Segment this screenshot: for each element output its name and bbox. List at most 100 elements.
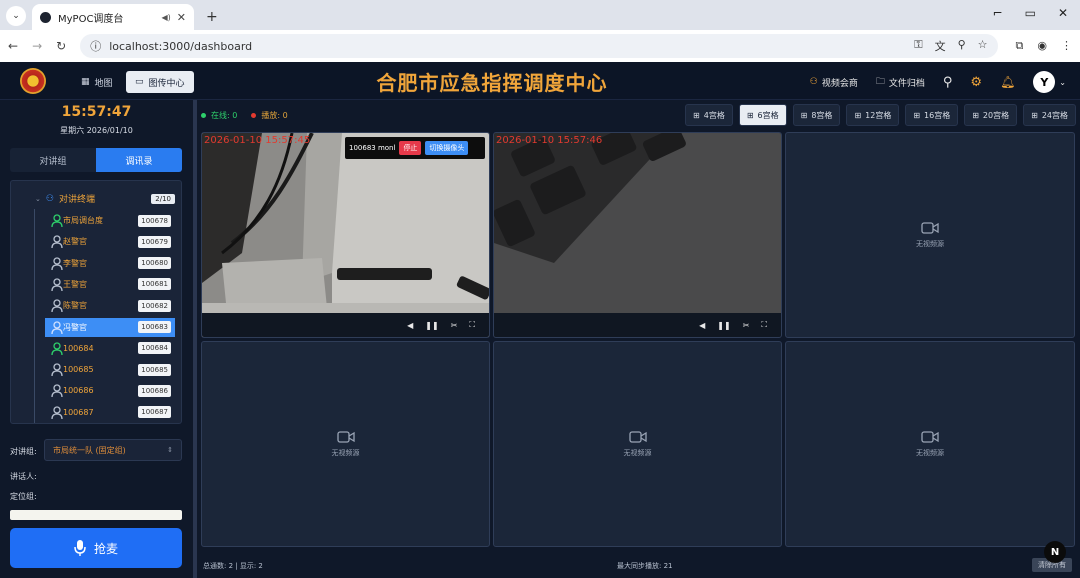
no-video-text: 无视频源 xyxy=(916,448,944,457)
layout-button[interactable]: ⊞ 6宫格 xyxy=(738,104,787,126)
locate-group-label: 定位组: xyxy=(10,492,37,501)
stop-stream-button[interactable]: 停止 xyxy=(399,141,422,155)
member-name: 100686 xyxy=(63,386,94,396)
member-row[interactable]: 王警官 100681 xyxy=(45,275,175,294)
video-conference-button[interactable]: ⚇ 视频会商 xyxy=(810,76,858,89)
layout-button[interactable]: ⊞ 16宫格 xyxy=(905,104,959,126)
video-footer: 总通数: 2 | 显示: 2 最大同步播放: 21 清除所有 N xyxy=(197,541,1080,577)
member-row[interactable]: 李警官 100680 xyxy=(45,254,175,273)
playing-status: 播放: 0 xyxy=(251,110,288,121)
screenshot-icon[interactable]: ✂ xyxy=(743,321,750,330)
segment-talk-group[interactable]: 对讲组 xyxy=(10,148,96,172)
member-id-badge: 100686 xyxy=(138,384,171,397)
switch-camera-button[interactable]: 切换摄像头 xyxy=(425,141,469,155)
extensions-icon[interactable]: ⧉ xyxy=(1016,39,1024,53)
layout-button[interactable]: ⊞ 4宫格 xyxy=(685,104,733,126)
tree-group-row[interactable]: ⌄ ⚇ 对讲终端 2/10 xyxy=(35,192,175,205)
profile-icon[interactable]: ◉ xyxy=(1037,39,1047,53)
clock: 15:57:47 xyxy=(61,104,132,120)
forward-icon[interactable]: → xyxy=(32,39,42,53)
fullscreen-icon[interactable]: ⛶ xyxy=(761,320,767,330)
address-bar[interactable]: ⓘ localhost:3000/dashboard ⚿ 文 ⚲ ☆ xyxy=(80,34,998,58)
member-row[interactable]: 市局调台度 100678 xyxy=(45,211,175,230)
close-tab-icon[interactable]: ✕ xyxy=(177,11,186,24)
caret-down-icon: ⌄ xyxy=(35,194,41,203)
footer-max-sync: 最大同步播放: 21 xyxy=(617,562,673,570)
no-video-placeholder: 无视频源 xyxy=(202,342,489,546)
bookmark-star-icon[interactable]: ☆ xyxy=(978,38,988,54)
member-name: 市局调台度 xyxy=(63,216,103,225)
video-timestamp-1: 2026-01-10 15:57:45 xyxy=(204,135,311,146)
member-row[interactable]: 冯警官 100683 xyxy=(45,317,175,337)
member-name: 王警官 xyxy=(63,279,87,289)
bell-icon[interactable]: 🔔︎ xyxy=(1000,75,1015,89)
sidebar-segment-control: 对讲组 调讯录 xyxy=(10,148,182,172)
layout-button[interactable]: ⊞ 20宫格 xyxy=(964,104,1018,126)
restore-icon[interactable]: ▭ xyxy=(1025,6,1036,20)
fullscreen-icon[interactable]: ⛶ xyxy=(469,320,475,330)
chevron-down-icon[interactable]: ⌄ xyxy=(1059,78,1066,87)
video-cell-2[interactable]: 2026-01-10 15:57:46 ◀ ❚❚ ✂ ⛶ xyxy=(493,132,782,338)
member-row[interactable]: 100684 100684 xyxy=(45,339,175,358)
close-window-icon[interactable]: ✕ xyxy=(1058,6,1068,20)
minimize-icon[interactable]: ⌐ xyxy=(993,6,1003,20)
locate-group-bar xyxy=(10,510,182,520)
file-archive-button[interactable]: 🗀 文件归档 xyxy=(876,74,925,90)
layout-button-label: 16宫格 xyxy=(924,110,951,120)
layout-button[interactable]: ⊞ 12宫格 xyxy=(846,104,900,126)
translate-icon[interactable]: 文 xyxy=(935,38,946,54)
video-cell-5[interactable]: 无视频源 xyxy=(493,341,782,547)
site-info-icon[interactable]: ⓘ xyxy=(90,38,101,54)
no-video-placeholder: 无视频源 xyxy=(494,342,781,546)
gear-icon[interactable]: ⚙ xyxy=(970,75,982,90)
member-row[interactable]: 100687 100687 xyxy=(45,403,175,422)
back-icon[interactable]: ← xyxy=(8,39,18,53)
mute-icon[interactable]: ◀ xyxy=(699,321,705,330)
users-icon: ⚇ xyxy=(809,77,818,87)
member-row[interactable]: 100686 100686 xyxy=(45,381,175,400)
member-row[interactable]: 陈警官 100682 xyxy=(45,296,175,315)
grab-mic-button[interactable]: 抢麦 xyxy=(10,528,182,568)
tab-search-button[interactable]: ⌄ xyxy=(6,6,26,26)
password-key-icon[interactable]: ⚿ xyxy=(914,38,922,54)
talk-group-select[interactable]: 市局统一队 (固定组) ⇕ xyxy=(44,439,182,461)
browser-tab[interactable]: MyPOC调度台 ◀) ✕ xyxy=(32,4,194,30)
member-row[interactable]: 100685 100685 xyxy=(45,360,175,379)
video-cell-1[interactable]: 2026-01-10 15:57:45 100683 monl 停止 切换摄像头… xyxy=(201,132,490,338)
avatar[interactable]: Y xyxy=(1033,71,1056,93)
zoom-icon[interactable]: ⚲ xyxy=(958,38,966,54)
layout-button[interactable]: ⊞ 24宫格 xyxy=(1023,104,1076,126)
group-name: 对讲终端 xyxy=(58,195,95,205)
layout-button-label: 24宫格 xyxy=(1041,110,1068,120)
no-video-text: 无视频源 xyxy=(623,448,652,457)
group-count-badge: 2/10 xyxy=(151,193,175,204)
video-cell-4[interactable]: 无视频源 xyxy=(201,341,490,547)
member-row[interactable]: 赵警官 100679 xyxy=(45,232,175,251)
camera-feed-2 xyxy=(494,133,781,337)
new-tab-button[interactable]: + xyxy=(206,9,218,25)
no-video-text: 无视频源 xyxy=(331,448,360,457)
member-id-badge: 100682 xyxy=(138,299,171,312)
pause-icon[interactable]: ❚❚ xyxy=(425,321,438,330)
member-name: 100685 xyxy=(63,365,94,375)
mute-icon[interactable]: ◀ xyxy=(407,321,413,330)
pause-icon[interactable]: ❚❚ xyxy=(717,321,730,330)
video-camera-icon xyxy=(921,221,939,234)
speaker-label: 讲话人: xyxy=(10,472,37,481)
user-icon xyxy=(51,235,63,249)
layout-button-label: 12宫格 xyxy=(865,110,892,120)
member-name: 100687 xyxy=(63,407,94,417)
menu-icon[interactable]: ⋮ xyxy=(1061,39,1072,53)
reload-icon[interactable]: ↻ xyxy=(56,39,66,53)
video-cell-6[interactable]: 无视频源 xyxy=(785,341,1075,547)
search-icon[interactable]: ⚲ xyxy=(943,75,953,90)
video-cell-3[interactable]: 无视频源 xyxy=(785,132,1075,338)
screenshot-icon[interactable]: ✂ xyxy=(451,321,458,330)
member-id-badge: 100685 xyxy=(138,363,171,376)
video-wall: 在线: 0 播放: 0 ⊞ 4宫格 ⊞ 6宫格 ⊞ 8宫格 ⊞ 12宫格 ⊞ 16宫格 ⊞ 20宫格 ⊞… xyxy=(197,100,1080,578)
layout-button[interactable]: ⊞ 8宫格 xyxy=(792,104,841,126)
dev-indicator-badge[interactable]: N xyxy=(1044,541,1066,563)
address-bar-row: ← → ↻ ⓘ localhost:3000/dashboard ⚿ 文 ⚲ ☆… xyxy=(0,30,1080,62)
segment-contacts[interactable]: 调讯录 xyxy=(96,148,182,172)
user-icon xyxy=(51,342,63,355)
